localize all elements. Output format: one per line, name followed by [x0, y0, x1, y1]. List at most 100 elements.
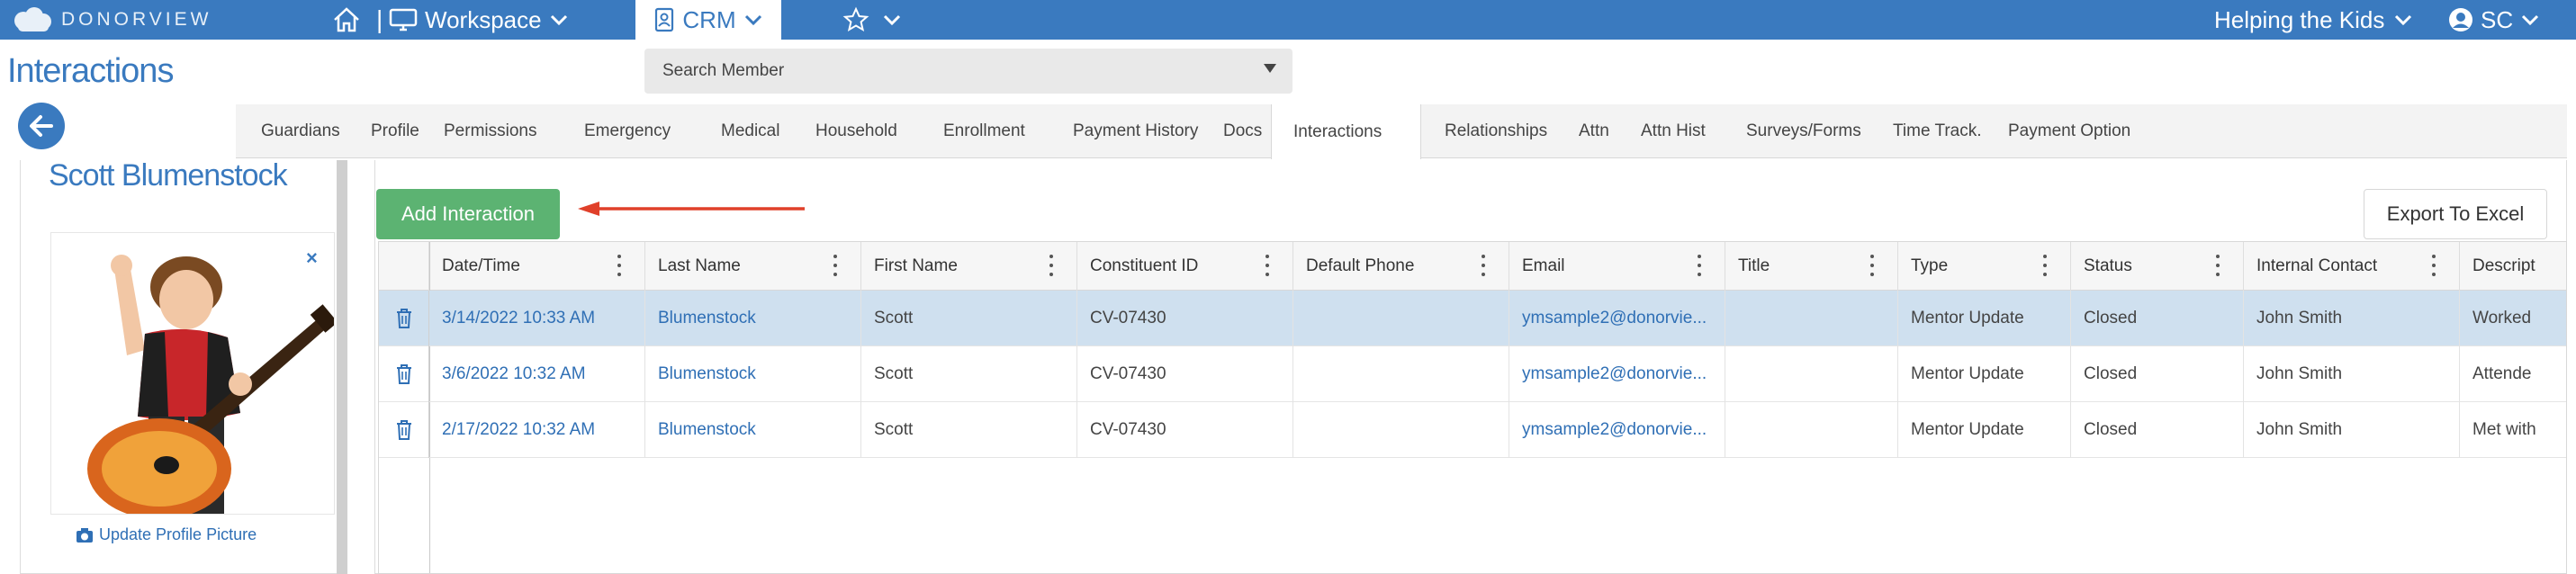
top-nav-bar: DONORVIEW | Workspace CRM Helping the Ki…: [0, 0, 2576, 40]
tab-medical[interactable]: Medical: [698, 104, 792, 158]
table-row[interactable]: 2/17/2022 10:32 AM Blumenstock Scott CV-074…: [379, 402, 2566, 458]
column-header-label: Title: [1738, 256, 1770, 275]
column-header-last-name[interactable]: Last Name: [645, 242, 861, 291]
column-header-type[interactable]: Type: [1898, 242, 2071, 291]
chevron-down-icon: [883, 14, 901, 26]
tab-relationships[interactable]: Relationships: [1421, 104, 1555, 158]
cell-title: [1725, 402, 1898, 458]
column-header-label: Default Phone: [1306, 256, 1415, 275]
cell-constituent-id: CV-07430: [1077, 291, 1293, 346]
organization-menu[interactable]: Helping the Kids: [2214, 0, 2413, 40]
column-header-label: Type: [1911, 256, 1949, 275]
column-header-label: Date/Time: [442, 256, 520, 275]
cell-email[interactable]: ymsample2@donorvie...: [1509, 402, 1725, 458]
delete-row-button[interactable]: [379, 402, 429, 458]
column-header-first-name[interactable]: First Name: [861, 242, 1077, 291]
cell-first-name: Scott: [861, 402, 1077, 458]
update-profile-picture-link[interactable]: Update Profile Picture: [76, 525, 257, 544]
cell-internal-contact: John Smith: [2244, 346, 2460, 402]
tab-attn-hist[interactable]: Attn Hist: [1617, 104, 1723, 158]
column-menu-icon[interactable]: [1265, 255, 1269, 276]
add-interaction-button[interactable]: Add Interaction: [376, 189, 560, 239]
column-header-label: Internal Contact: [2256, 256, 2378, 275]
tab-profile[interactable]: Profile: [347, 104, 419, 158]
cell-constituent-id: CV-07430: [1077, 402, 1293, 458]
column-menu-icon[interactable]: [1049, 255, 1053, 276]
tab-payment-option[interactable]: Payment Option: [1985, 104, 2138, 158]
crm-menu[interactable]: CRM: [635, 0, 781, 40]
tab-docs[interactable]: Docs: [1200, 104, 1271, 158]
tab-interactions[interactable]: Interactions: [1271, 104, 1421, 159]
cell-title: [1725, 346, 1898, 402]
back-button[interactable]: [18, 103, 65, 149]
column-menu-icon[interactable]: [1482, 255, 1485, 276]
organization-name: Helping the Kids: [2214, 5, 2385, 33]
export-to-excel-button[interactable]: Export To Excel: [2364, 189, 2547, 239]
column-header-email[interactable]: Email: [1509, 242, 1725, 291]
workspace-label: Workspace: [425, 5, 542, 33]
trash-icon: [396, 364, 411, 384]
column-header-status[interactable]: Status: [2071, 242, 2244, 291]
delete-row-button[interactable]: [379, 346, 429, 402]
column-menu-icon[interactable]: [2216, 255, 2220, 276]
logo-text: DONORVIEW: [61, 9, 212, 30]
tab-enrollment[interactable]: Enrollment: [920, 104, 1048, 158]
nav-separator: |: [376, 5, 383, 33]
tab-emergency[interactable]: Emergency: [561, 104, 698, 158]
cell-default-phone: [1293, 291, 1509, 346]
cell-email[interactable]: ymsample2@donorvie...: [1509, 291, 1725, 346]
cell-default-phone: [1293, 346, 1509, 402]
update-profile-picture-label: Update Profile Picture: [99, 525, 257, 543]
delete-row-button[interactable]: [379, 291, 429, 346]
cell-date-time[interactable]: 2/17/2022 10:32 AM: [429, 402, 645, 458]
star-icon: [842, 6, 869, 32]
tab-payment-history[interactable]: Payment History: [1048, 104, 1200, 158]
page-title: Interactions: [7, 52, 174, 90]
column-header-label: Last Name: [658, 256, 741, 275]
column-header-descript[interactable]: Descript: [2460, 242, 2566, 291]
column-header-label: Constituent ID: [1090, 256, 1199, 275]
table-row[interactable]: 3/6/2022 10:32 AM Blumenstock Scott CV-0743…: [379, 346, 2566, 402]
user-menu[interactable]: SC: [2448, 0, 2540, 40]
column-menu-icon[interactable]: [617, 255, 621, 276]
favorites-menu[interactable]: [842, 0, 902, 40]
cell-date-time[interactable]: 3/6/2022 10:32 AM: [429, 346, 645, 402]
table-row[interactable]: 3/14/2022 10:33 AM Blumenstock Scott CV-074…: [379, 291, 2566, 346]
column-menu-icon[interactable]: [1698, 255, 1701, 276]
cell-default-phone: [1293, 402, 1509, 458]
remove-photo-button[interactable]: ×: [306, 247, 318, 270]
column-menu-icon[interactable]: [2043, 255, 2047, 276]
user-avatar-icon: [2449, 8, 2472, 31]
tab-surveys-forms[interactable]: Surveys/Forms: [1723, 104, 1869, 158]
cell-last-name[interactable]: Blumenstock: [645, 291, 861, 346]
column-header-title[interactable]: Title: [1725, 242, 1898, 291]
interactions-grid: Date/Time Last Name First Name Constituent …: [378, 241, 2567, 574]
cell-type: Mentor Update: [1898, 402, 2071, 458]
column-header-date-time[interactable]: Date/Time: [429, 242, 645, 291]
workspace-menu[interactable]: Workspace: [389, 0, 569, 40]
column-menu-icon[interactable]: [1870, 255, 1874, 276]
cell-type: Mentor Update: [1898, 291, 2071, 346]
donorview-logo[interactable]: DONORVIEW: [13, 5, 212, 34]
column-menu-icon[interactable]: [2432, 255, 2436, 276]
tab-attn[interactable]: Attn: [1555, 104, 1617, 158]
tab-household[interactable]: Household: [792, 104, 920, 158]
tab-time-track[interactable]: Time Track.: [1869, 104, 1985, 158]
cell-date-time[interactable]: 3/14/2022 10:33 AM: [429, 291, 645, 346]
cell-status: Closed: [2071, 346, 2244, 402]
cell-email[interactable]: ymsample2@donorvie...: [1509, 346, 1725, 402]
panel-resize-handle[interactable]: [337, 160, 347, 574]
contact-card-icon: [655, 7, 674, 32]
crm-label: CRM: [682, 5, 736, 33]
search-member-select[interactable]: Search Member: [644, 49, 1293, 94]
camera-icon: [77, 527, 93, 543]
column-menu-icon[interactable]: [833, 255, 837, 276]
column-header-constituent-id[interactable]: Constituent ID: [1077, 242, 1293, 291]
column-header-default-phone[interactable]: Default Phone: [1293, 242, 1509, 291]
cell-last-name[interactable]: Blumenstock: [645, 346, 861, 402]
tab-permissions[interactable]: Permissions: [419, 104, 561, 158]
home-button[interactable]: [331, 4, 362, 36]
cell-last-name[interactable]: Blumenstock: [645, 402, 861, 458]
column-header-internal-contact[interactable]: Internal Contact: [2244, 242, 2460, 291]
tab-guardians[interactable]: Guardians: [236, 104, 347, 158]
